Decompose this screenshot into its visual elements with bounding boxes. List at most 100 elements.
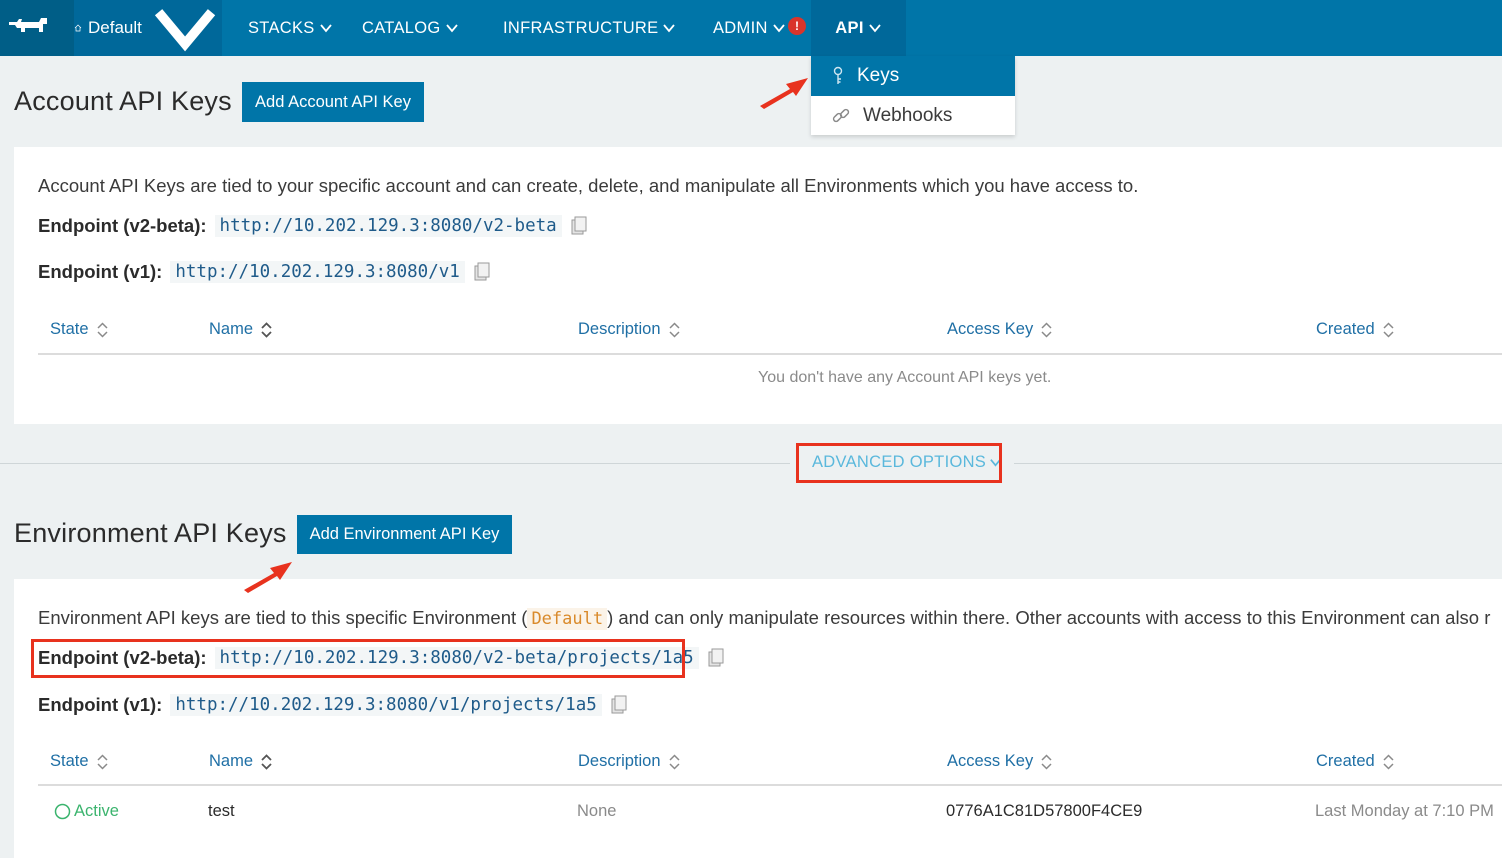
advanced-divider-left: [0, 463, 790, 464]
annotation-arrow-keys: [760, 78, 808, 109]
sort-icon: [1041, 753, 1052, 770]
advanced-divider-right: [1014, 463, 1502, 464]
column-description-label: Description: [578, 320, 661, 338]
column-created[interactable]: Created: [1316, 320, 1394, 339]
copy-icon[interactable]: [610, 695, 628, 715]
menu-item-keys-label: Keys: [857, 65, 900, 86]
endpoint-v1-url[interactable]: http://10.202.129.3:8080/v1: [170, 261, 465, 283]
rancher-logo-icon: [9, 18, 47, 32]
column-description[interactable]: Description: [578, 752, 680, 771]
environment-api-keys-title: Environment API Keys: [14, 518, 287, 548]
account-endpoint-v1: Endpoint (v1): http://10.202.129.3:8080/…: [38, 261, 491, 283]
column-created-label: Created: [1316, 752, 1375, 770]
column-access-key-label: Access Key: [947, 320, 1034, 338]
column-name[interactable]: Name: [209, 752, 272, 771]
column-state[interactable]: State: [50, 752, 108, 771]
sort-icon: [1383, 321, 1394, 338]
state-label: Active: [74, 802, 119, 820]
rancher-logo[interactable]: [0, 0, 74, 56]
sort-icon: [1383, 753, 1394, 770]
copy-icon[interactable]: [570, 216, 588, 236]
nav-infrastructure[interactable]: INFRASTRUCTURE: [503, 0, 676, 56]
top-nav: Default STACKS CATALOG INFRASTRUCTURE AD…: [0, 0, 1502, 56]
endpoint-v1-url[interactable]: http://10.202.129.3:8080/v1/projects/1a5: [170, 694, 602, 716]
nav-stacks[interactable]: STACKS: [248, 0, 333, 56]
environment-switcher[interactable]: Default: [74, 0, 222, 56]
environment-description: Environment API keys are tied to this sp…: [38, 607, 1491, 630]
nav-api[interactable]: API: [811, 0, 906, 56]
active-circle-icon: [54, 803, 71, 820]
chevron-down-icon: [319, 24, 332, 33]
sort-icon: [97, 321, 108, 338]
chevron-down-icon: [154, 9, 216, 52]
account-api-keys-panel: Account API Keys are tied to your specif…: [14, 147, 1502, 424]
account-empty-message: You don't have any Account API keys yet.: [758, 369, 1052, 386]
menu-item-keys[interactable]: Keys: [811, 56, 1015, 96]
column-created-label: Created: [1316, 320, 1375, 338]
column-name-label: Name: [209, 320, 254, 338]
created-cell: Last Monday at 7:10 PM: [1315, 802, 1494, 820]
chevron-down-icon: [663, 24, 676, 33]
chevron-down-icon: [445, 24, 458, 33]
endpoint-v1-label: Endpoint (v1):: [38, 261, 163, 282]
nav-catalog[interactable]: CATALOG: [362, 0, 459, 56]
sort-icon: [1041, 321, 1052, 338]
environment-description-after: ) and can only manipulate resources with…: [607, 607, 1491, 628]
sort-icon: [669, 321, 680, 338]
column-name-label: Name: [209, 752, 254, 770]
environment-name: Default: [88, 18, 142, 37]
column-state[interactable]: State: [50, 320, 108, 339]
column-description-label: Description: [578, 752, 661, 770]
endpoint-v2-url[interactable]: http://10.202.129.3:8080/v2-beta: [214, 215, 562, 237]
column-created[interactable]: Created: [1316, 752, 1394, 771]
add-account-api-key-button[interactable]: Add Account API Key: [242, 82, 424, 122]
nav-api-label: API: [835, 18, 864, 37]
endpoint-v1-label: Endpoint (v1):: [38, 694, 163, 715]
nav-catalog-label: CATALOG: [362, 18, 441, 37]
account-endpoint-v2: Endpoint (v2-beta): http://10.202.129.3:…: [38, 215, 588, 237]
nav-admin[interactable]: ADMIN: [713, 0, 786, 56]
menu-item-webhooks[interactable]: Webhooks: [811, 96, 1015, 135]
admin-alert-badge: !: [788, 17, 806, 35]
sort-icon: [261, 753, 272, 770]
name-cell: test: [208, 802, 235, 820]
nav-infrastructure-label: INFRASTRUCTURE: [503, 18, 659, 37]
copy-icon[interactable]: [473, 262, 491, 282]
annotation-box-advanced: [796, 443, 1002, 483]
home-icon: [74, 24, 82, 32]
sort-icon: [261, 321, 272, 338]
environment-endpoint-v1: Endpoint (v1): http://10.202.129.3:8080/…: [38, 694, 628, 716]
sort-icon: [669, 753, 680, 770]
environment-api-keys-panel: Environment API keys are tied to this sp…: [14, 579, 1502, 858]
environment-description-before: Environment API keys are tied to this sp…: [38, 607, 528, 628]
description-cell: None: [577, 802, 617, 820]
environment-name-code: Default: [527, 608, 608, 630]
account-description: Account API Keys are tied to your specif…: [38, 175, 1139, 196]
column-access-key-label: Access Key: [947, 752, 1034, 770]
link-icon: [832, 108, 850, 122]
key-icon: [833, 66, 843, 84]
table-header-divider: [38, 353, 1502, 355]
state-cell: Active: [54, 802, 119, 821]
column-description[interactable]: Description: [578, 320, 680, 339]
endpoint-v2-label: Endpoint (v2-beta):: [38, 215, 207, 236]
column-state-label: State: [50, 320, 89, 338]
access-key-cell: 0776A1C81D57800F4CE9: [946, 802, 1143, 820]
annotation-arrow-add-environment: [244, 562, 292, 593]
chevron-down-icon: [869, 24, 881, 33]
table-header-divider: [38, 784, 1502, 786]
copy-icon[interactable]: [707, 648, 725, 668]
column-state-label: State: [50, 752, 89, 770]
annotation-box-endpoint: [31, 639, 685, 678]
sort-icon: [97, 753, 108, 770]
chevron-down-icon: [772, 24, 785, 33]
account-api-keys-title: Account API Keys: [14, 86, 232, 116]
menu-item-webhooks-label: Webhooks: [863, 104, 953, 126]
nav-stacks-label: STACKS: [248, 18, 315, 37]
column-name[interactable]: Name: [209, 320, 272, 339]
add-environment-api-key-button[interactable]: Add Environment API Key: [297, 515, 512, 554]
column-access-key[interactable]: Access Key: [947, 752, 1052, 771]
api-dropdown-menu: Keys Webhooks: [811, 56, 1015, 135]
nav-admin-label: ADMIN: [713, 18, 768, 37]
column-access-key[interactable]: Access Key: [947, 320, 1052, 339]
